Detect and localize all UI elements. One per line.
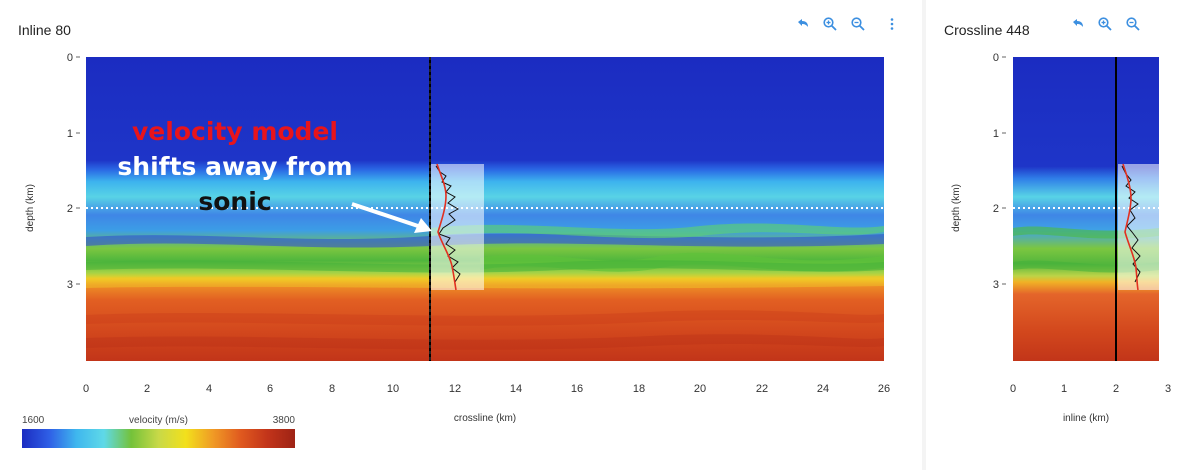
annotation-line-3: sonic — [198, 187, 271, 216]
annotation-line-1: velocity model — [132, 117, 338, 146]
x-tick-label: 8 — [329, 383, 335, 395]
x-tick-label: 3 — [1165, 383, 1171, 395]
y-axis-label: depth (km) — [25, 184, 36, 232]
x-axis: 0 1 2 3 inline (km) — [1010, 383, 1171, 424]
y-tick-3: 3 — [67, 279, 80, 291]
colorbar-gradient — [22, 429, 295, 448]
y-tick-label: 3 — [993, 279, 999, 291]
y-tick-label: 0 — [67, 52, 73, 64]
crossline-panel: Crossline 448 0 1 2 3 depth (km) 0 1 2 3… — [926, 0, 1200, 470]
y-tick-3: 3 — [993, 279, 1006, 291]
y-tick-label: 1 — [993, 128, 999, 140]
x-tick-label: 1 — [1061, 383, 1067, 395]
x-tick-label: 6 — [267, 383, 273, 395]
x-axis-label: inline (km) — [1063, 413, 1109, 424]
inline-plot[interactable]: velocity model shifts away from sonic 0 … — [0, 0, 918, 470]
x-tick-label: 22 — [756, 383, 768, 395]
y-tick-label: 2 — [993, 203, 999, 215]
x-axis-label: crossline (km) — [454, 413, 516, 424]
x-tick-label: 14 — [510, 383, 522, 395]
x-tick-label: 26 — [878, 383, 890, 395]
x-tick-label: 0 — [1010, 383, 1016, 395]
y-axis-label: depth (km) — [951, 184, 962, 232]
y-tick-0: 0 — [67, 52, 80, 64]
y-tick-2: 2 — [993, 203, 1006, 215]
crossline-plot[interactable]: 0 1 2 3 depth (km) 0 1 2 3 inline (km) — [926, 0, 1200, 470]
y-axis: 0 1 2 3 depth (km) — [951, 52, 1006, 291]
y-tick-label: 0 — [993, 52, 999, 64]
x-tick-label: 4 — [206, 383, 212, 395]
y-tick-label: 3 — [67, 279, 73, 291]
inline-panel: Inline 80 velocity model shifts away fro… — [0, 0, 918, 470]
x-tick-label: 0 — [83, 383, 89, 395]
y-tick-label: 2 — [67, 203, 73, 215]
x-tick-label: 2 — [1113, 383, 1119, 395]
y-tick-label: 1 — [67, 128, 73, 140]
x-tick-label: 24 — [817, 383, 829, 395]
x-tick-label: 16 — [571, 383, 583, 395]
y-axis: 0 1 2 3 depth (km) — [25, 52, 80, 291]
x-tick-label: 18 — [633, 383, 645, 395]
x-tick-label: 2 — [144, 383, 150, 395]
x-tick-label: 10 — [387, 383, 399, 395]
well-log-box — [1118, 164, 1159, 290]
y-tick-1: 1 — [67, 128, 80, 140]
x-tick-label: 12 — [449, 383, 461, 395]
x-tick-label: 20 — [694, 383, 706, 395]
colorbar-max-label: 3800 — [272, 415, 295, 426]
y-tick-0: 0 — [993, 52, 1006, 64]
colorbar-title: velocity (m/s) — [129, 415, 188, 426]
y-tick-2: 2 — [67, 203, 80, 215]
annotation-line-2: shifts away from — [117, 152, 352, 181]
y-tick-1: 1 — [993, 128, 1006, 140]
